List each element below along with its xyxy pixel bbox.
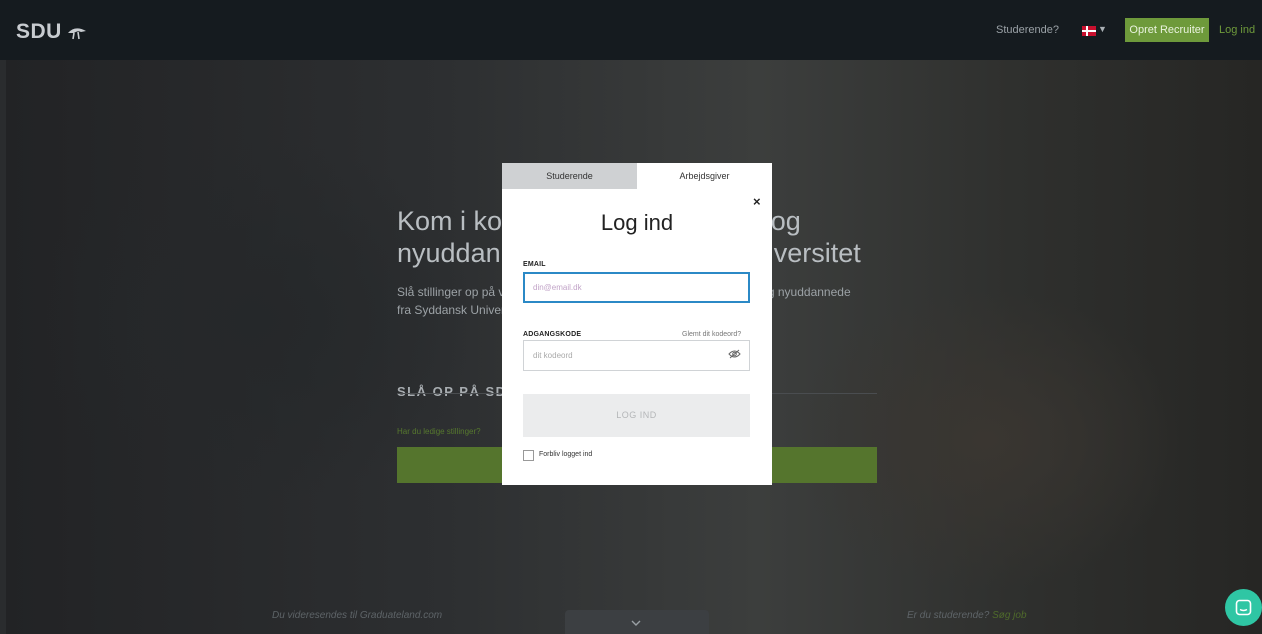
nav-login-link[interactable]: Log ind: [1219, 24, 1255, 36]
login-modal: Studerende Arbejdsgiver × Log ind EMAIL …: [502, 163, 772, 485]
chevron-down-icon[interactable]: ▼: [1098, 24, 1107, 34]
danish-flag-icon[interactable]: [1082, 26, 1096, 36]
footer-student-note: Er du studerende? Søg job: [907, 610, 1027, 621]
opret-recruiter-button[interactable]: Opret Recruiter: [1125, 18, 1209, 42]
remember-label[interactable]: Forbliv logget ind: [539, 451, 592, 458]
hero-heading: SLÅ OP PÅ SDU: [397, 384, 518, 399]
login-button[interactable]: LOG IND: [523, 394, 750, 437]
login-tabs: Studerende Arbejdsgiver: [502, 163, 772, 189]
remember-checkbox[interactable]: [523, 450, 534, 461]
logo-bird-icon: [67, 28, 86, 40]
logo-text: SDU: [16, 20, 62, 43]
nav-studerende-link[interactable]: Studerende?: [996, 24, 1059, 36]
email-field[interactable]: din@email.dk: [523, 272, 750, 303]
chat-icon: [1235, 599, 1252, 616]
tab-arbejdsgiver[interactable]: Arbejdsgiver: [637, 163, 772, 189]
forgot-password-link[interactable]: Glemt dit kodeord?: [682, 331, 741, 338]
top-navbar: SDU Studerende? ▼ Opret Recruiter Log in…: [0, 0, 1262, 60]
modal-title: Log ind: [600, 210, 674, 235]
chevron-down-icon: [631, 620, 641, 626]
ledige-stillinger-link[interactable]: Har du ledige stillinger?: [397, 427, 481, 436]
chat-launcher-button[interactable]: [1225, 589, 1262, 626]
sdu-logo[interactable]: SDU: [16, 20, 88, 44]
footer-student-prefix: Er du studerende?: [907, 610, 990, 621]
password-field[interactable]: dit kodeord: [523, 340, 750, 371]
email-label: EMAIL: [523, 261, 546, 268]
sog-job-link[interactable]: Søg job: [992, 610, 1026, 621]
footer-redirect-note: Du videresendes til Graduateland.com: [272, 610, 443, 621]
tab-studerende[interactable]: Studerende: [502, 163, 637, 189]
password-label: ADGANGSKODE: [523, 331, 582, 338]
scroll-down-button[interactable]: [565, 610, 709, 634]
eye-off-icon[interactable]: [728, 349, 741, 359]
close-icon[interactable]: ×: [753, 194, 761, 209]
